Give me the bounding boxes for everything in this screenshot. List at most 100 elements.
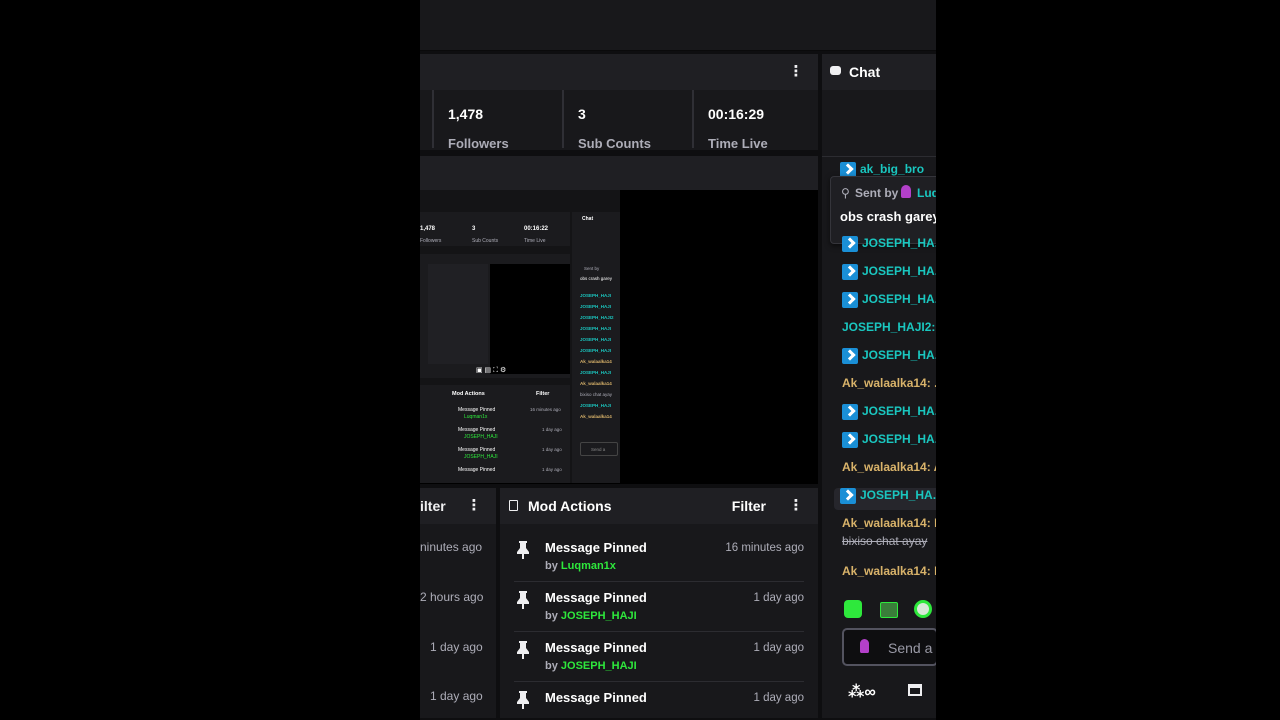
chat-username: Ak_walaalka14: I (842, 564, 936, 578)
stat-followers: 1,478 Followers (432, 90, 562, 151)
preview-header (420, 156, 818, 190)
mini-chat-line: JOSEPH_HAJI (580, 304, 612, 309)
mod-action-item[interactable]: Message Pinned by JOSEPH_HAJI 1 day ago (500, 582, 818, 632)
chat-username: JOSEPH_HA. (862, 292, 936, 307)
pinned-user[interactable]: Luq (917, 186, 936, 200)
stat-value: 3 (578, 106, 586, 122)
mini-stats: 1,478 Followers 3 Sub Counts 00:16:22 Ti… (420, 212, 570, 246)
mini-chat-line: JOSEPH_HAJI (580, 326, 612, 331)
mod-action-time: 1 day ago (753, 692, 804, 704)
pinned-message-text: obs crash garey (840, 209, 936, 224)
chat-message[interactable]: JOSEPH_HAJI2: (842, 320, 935, 342)
chat-username: JOSEPH_HA. (862, 264, 936, 279)
mod-action-user[interactable]: JOSEPH_HAJI (561, 660, 637, 672)
mod-action-item[interactable]: Message Pinned by Luqman1x 16 minutes ag… (500, 532, 818, 582)
mod-badge-icon (842, 292, 858, 308)
microphone-icon[interactable] (860, 639, 869, 653)
chat-username: Ak_walaalka14: . (842, 376, 936, 390)
chat-username: Ak_walaalka14: I (842, 516, 936, 530)
microphone-icon (901, 185, 911, 198)
mod-action-user[interactable]: JOSEPH_HAJI (561, 610, 637, 622)
left-panel-header: ilter ⋮ (420, 488, 496, 524)
filter-button[interactable]: ilter (420, 498, 446, 514)
mini-mod-user: Luqman1x (464, 414, 488, 420)
chat-message[interactable]: JOSEPH_HA. (842, 348, 936, 370)
chat-message[interactable]: Ak_walaalka14: I (842, 564, 936, 586)
chat-username: JOSEPH_HA. (862, 404, 936, 419)
robot-emote-icon[interactable] (914, 600, 932, 618)
mini-chat-title: Chat (582, 216, 594, 222)
by-label: by (545, 610, 558, 622)
chat-message[interactable]: Ak_walaalka14: . (842, 376, 936, 398)
chat-message[interactable]: JOSEPH_HA. (842, 404, 936, 426)
filter-button[interactable]: Filter (732, 498, 766, 514)
mini-mod-user: JOSEPH_HAJI (464, 454, 498, 460)
mini-pinned-message: obs crash garey (580, 276, 613, 281)
chat-message[interactable]: Ak_walaalka14: A (842, 460, 936, 482)
mini-mod-user: JOSEPH_HAJI (464, 434, 498, 440)
more-options-icon[interactable]: ⋮ (466, 498, 482, 514)
pinned-message-card[interactable]: ⚲ Sent by Luq obs crash garey (830, 176, 936, 244)
mod-action-time: 1 day ago (753, 642, 804, 654)
chat-bubble-icon (830, 66, 841, 75)
mini-filter-button: Filter (536, 391, 550, 397)
chat-title: Chat (849, 64, 881, 80)
store-icon[interactable] (908, 684, 922, 696)
mod-action-item[interactable]: Message Pinned by JOSEPH_HAJI 1 day ago (500, 632, 818, 682)
chat-username: JOSEPH_HA. (862, 432, 936, 447)
mod-action-user[interactable]: Luqman1x (561, 560, 616, 572)
deleted-message-text: bixiso chat ayay (842, 534, 928, 548)
chat-panel: Chat ak_big_bro ⚲ Sent by Luq obs crash … (822, 54, 936, 718)
top-bar (420, 0, 936, 51)
chat-message[interactable]: JOSEPH_HA. (842, 264, 936, 286)
mod-actions-panel: Mod Actions Filter ⋮ Message Pinned by L… (500, 488, 818, 718)
stat-time-live: 00:16:29 Time Live (692, 90, 820, 151)
green-emote-icon[interactable] (844, 600, 862, 618)
mod-action-by: by Luqman1x (545, 560, 616, 572)
mini-chat: Chat Sent by obs crash garey JOSEPH_HAJI… (572, 212, 620, 483)
stat-sub-counts: 3 Sub Counts (562, 90, 692, 151)
mod-badge-icon (842, 432, 858, 448)
stat-value: 00:16:29 (708, 106, 765, 122)
mini-chat-line: JOSEPH_HAJI (580, 370, 612, 375)
chat-message[interactable]: JOSEPH_HA. (842, 236, 936, 258)
chat-message[interactable]: JOSEPH_HA. (842, 292, 936, 314)
stream-preview-thumbnail: 1,478 Followers 3 Sub Counts 00:16:22 Ti… (420, 190, 620, 483)
pin-icon: ⚲ (841, 186, 850, 200)
mini-mod-item: Message Pinned (458, 467, 496, 473)
chat-message-highlighted[interactable]: JOSEPH_HA. (834, 488, 936, 510)
chat-input[interactable]: Send a r (842, 628, 936, 666)
mini-mod-title: Mod Actions (452, 391, 485, 397)
dashboard-viewport: ⋮ 1,478 Followers 3 Sub Counts 00:16:29 … (420, 0, 936, 720)
mini-stat-value: 1,478 (420, 226, 436, 232)
mini-chat-line: Ak_walaalka14 (580, 359, 612, 364)
mini-preview-video (490, 264, 570, 374)
mod-action-title: Message Pinned (545, 690, 647, 705)
pinned-sent-by: Sent by (855, 186, 899, 200)
chat-message[interactable]: JOSEPH_HA. (842, 432, 936, 454)
mini-stat-label: Followers (420, 238, 442, 244)
mini-mod-time: 1 day ago (542, 447, 562, 452)
points-icon[interactable]: ⁂∞ (848, 682, 876, 702)
mod-action-item[interactable]: Message Pinned 1 day ago (500, 682, 818, 720)
stat-label: Sub Counts (578, 136, 651, 151)
mini-stat-value: 00:16:22 (524, 226, 549, 232)
stats-panel-header: ⋮ (420, 54, 818, 90)
by-label: by (545, 560, 558, 572)
mini-mod-time: 1 day ago (542, 427, 562, 432)
more-options-icon[interactable]: ⋮ (788, 498, 804, 514)
more-options-icon[interactable]: ⋮ (788, 64, 804, 80)
pin-icon (517, 691, 529, 709)
chat-username: ak_big_bro (860, 162, 925, 177)
stat-label: Time Live (708, 136, 768, 151)
chat-top-area (822, 94, 936, 157)
mini-chat-line: JOSEPH_HAJI (580, 403, 612, 408)
frog-emote-icon[interactable] (880, 602, 898, 618)
chat-username: Ak_walaalka14: A (842, 460, 936, 474)
mini-chat-line: JOSEPH_HAJI (580, 293, 612, 298)
mini-player-controls: ▣ ▤ ⛶ ⚙ (476, 367, 507, 374)
mod-actions-header: Mod Actions Filter ⋮ (500, 488, 818, 524)
mini-chat-line: JOSEPH_HAJI (580, 337, 612, 342)
stat-value: 1,478 (448, 106, 484, 122)
mod-actions-title: Mod Actions (528, 498, 612, 514)
